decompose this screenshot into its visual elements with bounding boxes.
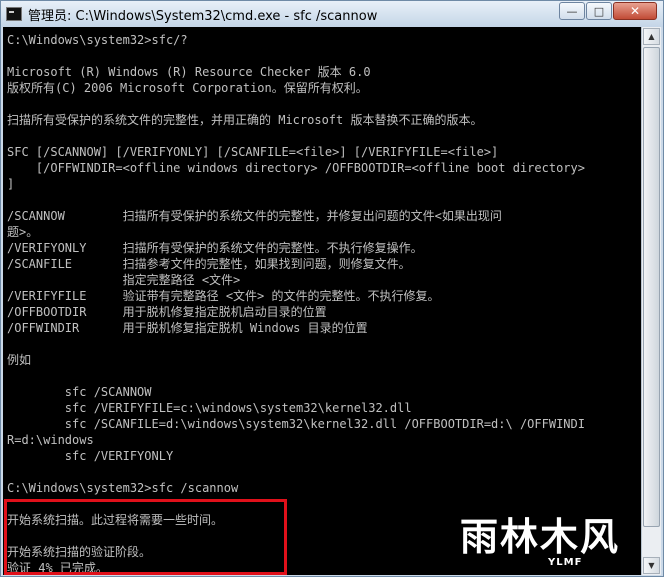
cmd-window: 管理员: C:\Windows\System32\cmd.exe - sfc /…: [0, 0, 664, 577]
console-line: C:\Windows\system32>sfc /scannow: [7, 481, 239, 495]
console-line: 指定完整路径 <文件>: [7, 273, 241, 287]
window-controls: — □ ✕: [558, 2, 657, 20]
scroll-thumb[interactable]: [643, 47, 660, 527]
watermark-subtext: YLMF: [548, 557, 583, 568]
watermark-text: 雨林木风: [460, 515, 621, 559]
title-bar[interactable]: 管理员: C:\Windows\System32\cmd.exe - sfc /…: [1, 1, 663, 27]
console-line: C:\Windows\system32>sfc/?: [7, 33, 188, 47]
window-title: 管理员: C:\Windows\System32\cmd.exe - sfc /…: [28, 8, 378, 24]
console-line: /VERIFYONLY 扫描所有受保护的系统文件的完整性。不执行修复操作。: [7, 241, 423, 255]
console-line: /SCANNOW 扫描所有受保护的系统文件的完整性，并修复出问题的文件<如果出现…: [7, 209, 502, 223]
console-line: /OFFBOOTDIR 用于脱机修复指定脱机启动目录的位置: [7, 305, 327, 319]
console-line: 题>。: [7, 225, 39, 239]
console-line: R=d:\windows: [7, 433, 94, 447]
cmd-icon[interactable]: [6, 7, 22, 21]
close-button[interactable]: ✕: [613, 2, 657, 20]
console-line: 例如: [7, 353, 32, 367]
vertical-scrollbar[interactable]: ▲ ▼: [641, 27, 661, 575]
minimize-button[interactable]: —: [559, 2, 585, 20]
console-line: [/OFFWINDIR=<offline windows directory> …: [7, 161, 585, 175]
scroll-up-button[interactable]: ▲: [643, 28, 660, 45]
console-line: SFC [/SCANNOW] [/VERIFYONLY] [/SCANFILE=…: [7, 145, 499, 159]
console-line: ]: [7, 177, 15, 191]
console-output[interactable]: C:\Windows\system32>sfc/? Microsoft (R) W…: [3, 27, 641, 575]
console-line: 版权所有(C) 2006 Microsoft Corporation。保留所有权…: [7, 81, 368, 95]
console-line: sfc /SCANNOW: [7, 385, 152, 399]
console-line: /VERIFYFILE 验证带有完整路径 <文件> 的文件的完整性。不执行修复。: [7, 289, 440, 303]
console-line: /SCANFILE 扫描参考文件的完整性，如果找到问题，则修复文件。: [7, 257, 411, 271]
highlight-box: [4, 499, 287, 575]
console-line: sfc /VERIFYFILE=c:\windows\system32\kern…: [7, 401, 412, 415]
console-line: sfc /VERIFYONLY: [7, 449, 174, 463]
console-line: /OFFWINDIR 用于脱机修复指定脱机 Windows 目录的位置: [7, 321, 368, 335]
watermark-logo: 雨林木风 YLMF: [460, 515, 656, 573]
maximize-button[interactable]: □: [586, 2, 612, 20]
console-line: 扫描所有受保护的系统文件的完整性，并用正确的 Microsoft 版本替换不正确…: [7, 113, 483, 127]
console-line: Microsoft (R) Windows (R) Resource Check…: [7, 65, 371, 79]
console-line: sfc /SCANFILE=d:\windows\system32\kernel…: [7, 417, 585, 431]
